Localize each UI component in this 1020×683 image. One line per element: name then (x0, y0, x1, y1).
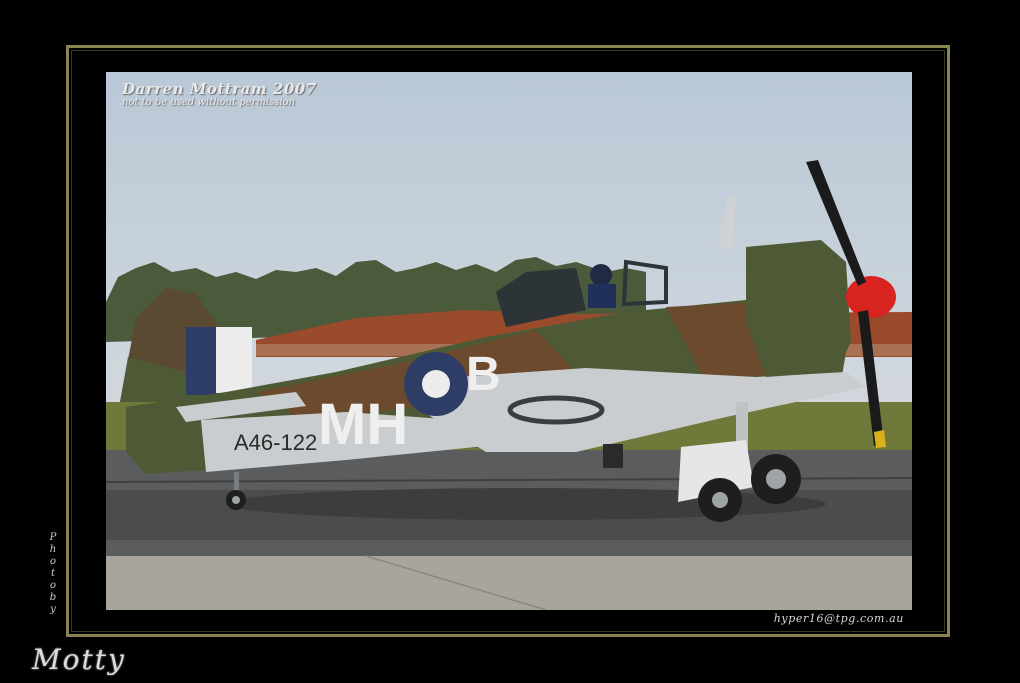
fin-flash-blue (186, 327, 218, 395)
engine-cowling (746, 240, 851, 377)
photo-by-letter: b (49, 592, 57, 603)
code-letter-b: B (466, 348, 501, 401)
photo-by-letter: o (49, 580, 57, 591)
photo-by-letter: h (49, 544, 57, 555)
propeller-spinner (846, 276, 896, 318)
watermark-name: Darren Mottram 2007 (122, 80, 317, 98)
pilot-head (590, 264, 612, 286)
aircraft-photo: MH B A46-122 (106, 72, 912, 610)
ground-crew (603, 444, 623, 468)
serial-number: A46-122 (234, 430, 317, 455)
photo-by-letter: o (49, 556, 57, 567)
photo-by-letter: t (50, 568, 56, 579)
photographer-signature: Motty (32, 643, 126, 676)
aircraft-scene: MH B A46-122 (106, 160, 912, 610)
photographer-email: hyper16@tpg.com.au (773, 612, 904, 625)
watermark-note: not to be used without permission (122, 97, 296, 108)
apron (106, 556, 912, 610)
photo-by-letter: P (49, 532, 57, 543)
propeller-blade-back (718, 196, 736, 252)
code-letters: MH (318, 392, 408, 457)
photo-by-label: P h o t o b y (48, 532, 58, 616)
fin-flash-white (216, 327, 252, 393)
photo-by-letter: y (50, 604, 56, 615)
